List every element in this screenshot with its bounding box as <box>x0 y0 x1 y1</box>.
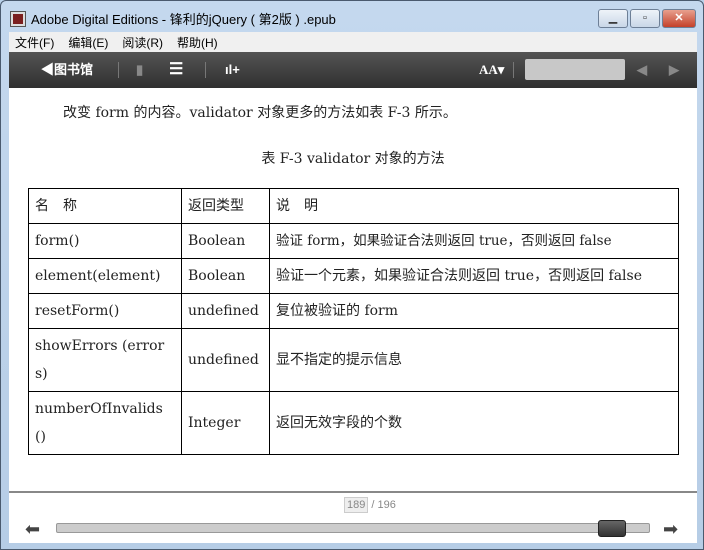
page-indicator: 189 / 196 <box>344 497 396 513</box>
cell: undefined <box>181 328 270 392</box>
table-row: element(element) Boolean 验证一个元素，如果验证合法则返回 … <box>28 258 679 294</box>
toolbar: ◀图书馆 ▮ ☰ ıl+ AA▾ ◀ ▶ <box>9 52 697 88</box>
cell: Boolean <box>181 223 270 259</box>
app-window: Adobe Digital Editions - 锋利的jQuery ( 第2版… <box>0 0 704 550</box>
cell: showErrors (errors) <box>28 328 182 392</box>
library-button[interactable]: ◀图书馆 <box>41 52 93 88</box>
page-slider[interactable] <box>56 520 650 537</box>
minimize-button[interactable]: ▁ <box>598 9 628 28</box>
bookmark-icon[interactable]: ▮ <box>136 52 143 88</box>
title-bar: Adobe Digital Editions - 锋利的jQuery ( 第2版… <box>10 9 336 28</box>
menu-edit[interactable]: 编辑(E) <box>68 34 108 51</box>
cell: 返回无效字段的个数 <box>269 391 679 455</box>
reading-pane: 改变 form 的内容。validator 对象更多的方法如表 F-3 所示。 … <box>9 88 697 491</box>
table-row: numberOfInvalids () Integer 返回无效字段的个数 <box>28 391 679 455</box>
header-cell: 返回类型 <box>181 188 270 224</box>
cell: numberOfInvalids () <box>28 391 182 455</box>
table-row: resetForm() undefined 复位被验证的 form <box>28 293 679 329</box>
header-cell: 说 明 <box>269 188 679 224</box>
table-header-row: 名 称 返回类型 说 明 <box>28 188 679 224</box>
paragraph: 改变 form 的内容。validator 对象更多的方法如表 F-3 所示。 <box>63 105 457 121</box>
search-input[interactable] <box>525 59 625 80</box>
total-pages: / 196 <box>371 499 396 511</box>
current-page-input[interactable]: 189 <box>344 497 369 513</box>
table-row: form() Boolean 验证 form，如果验证合法则返回 true，否则返回… <box>28 223 679 259</box>
divider <box>205 62 206 78</box>
divider <box>513 62 514 78</box>
cell: 验证一个元素，如果验证合法则返回 true，否则返回 false <box>269 258 679 294</box>
cell: form() <box>28 223 182 259</box>
cell: undefined <box>181 293 270 329</box>
chart-add-icon[interactable]: ıl+ <box>225 52 240 88</box>
list-icon[interactable]: ☰ <box>169 52 183 88</box>
divider <box>118 62 119 78</box>
app-icon <box>10 10 26 27</box>
cell: Boolean <box>181 258 270 294</box>
window-title: Adobe Digital Editions - 锋利的jQuery ( 第2版… <box>31 12 336 27</box>
menu-read[interactable]: 阅读(R) <box>122 34 163 51</box>
table-caption: 表 F-3 validator 对象的方法 <box>261 151 445 167</box>
cell: resetForm() <box>28 293 182 329</box>
menu-help[interactable]: 帮助(H) <box>177 34 218 51</box>
prev-result-icon[interactable]: ◀ <box>637 52 647 88</box>
menu-bar: 文件(F) 编辑(E) 阅读(R) 帮助(H) <box>9 32 697 52</box>
maximize-button[interactable]: ▫ <box>630 9 660 28</box>
navigation-bar: 189 / 196 ⬅ ➡ <box>9 491 697 543</box>
cell: 复位被验证的 form <box>269 293 679 329</box>
close-button[interactable]: ✕ <box>662 9 696 28</box>
cell: Integer <box>181 391 270 455</box>
prev-page-arrow-icon[interactable]: ⬅ <box>25 519 40 540</box>
next-result-icon[interactable]: ▶ <box>669 52 679 88</box>
font-size-button[interactable]: AA▾ <box>479 52 504 88</box>
slider-thumb[interactable] <box>598 520 627 537</box>
methods-table: 名 称 返回类型 说 明 form() Boolean 验证 form，如果验证合法… <box>28 188 679 455</box>
next-page-arrow-icon[interactable]: ➡ <box>663 519 678 540</box>
menu-file[interactable]: 文件(F) <box>15 34 54 51</box>
table-row: showErrors (errors) undefined 显不指定的提示信息 <box>28 328 679 392</box>
cell: 验证 form，如果验证合法则返回 true，否则返回 false <box>269 223 679 259</box>
header-cell: 名 称 <box>28 188 182 224</box>
cell: element(element) <box>28 258 182 294</box>
cell: 显不指定的提示信息 <box>269 328 679 392</box>
